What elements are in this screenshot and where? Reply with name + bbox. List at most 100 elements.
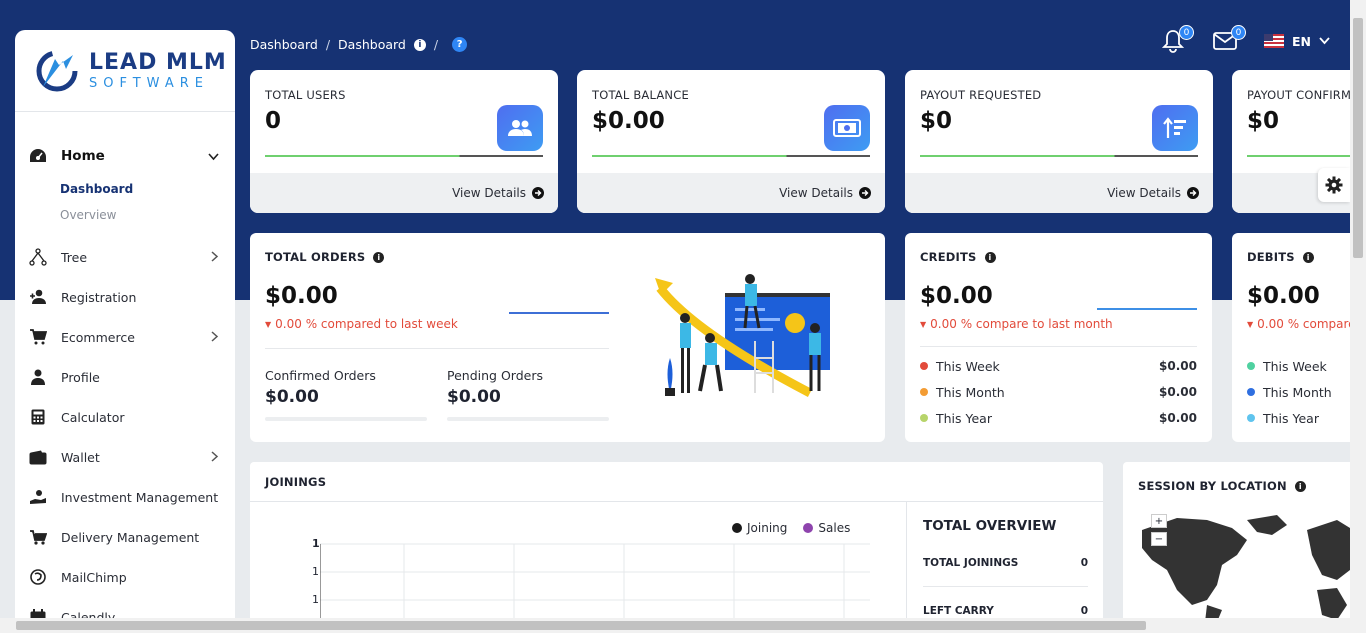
list-item: This Week <box>1247 353 1350 379</box>
chart-legend: Joining Sales <box>732 521 850 535</box>
brand-logo[interactable]: LEAD MLM SOFTWARE <box>15 30 235 112</box>
notifications-button[interactable]: 0 <box>1160 25 1194 54</box>
help-icon[interactable]: ? <box>452 37 468 52</box>
sidebar-item-label: Registration <box>61 289 137 305</box>
sidebar-sub-overview[interactable]: Overview <box>15 202 235 228</box>
credits-card: CREDITS i $0.00 ▼ 0.00 % compare to last… <box>905 233 1212 442</box>
sidebar: LEAD MLM SOFTWARE Home Dashboard Overvie… <box>15 30 235 630</box>
breadcrumb-separator: / <box>433 37 439 52</box>
confirmed-orders-progress <box>265 417 427 421</box>
divider <box>923 586 1088 587</box>
debits-change-text: 0.00 % compare <box>1257 317 1350 331</box>
stat-card-total-users: TOTAL USERS 0 View Details <box>250 70 558 213</box>
sidebar-item-profile[interactable]: Profile <box>15 357 235 397</box>
sidebar-item-label: Profile <box>61 369 100 385</box>
y-tick-label: 1 <box>312 593 319 606</box>
logo-icon <box>36 50 78 91</box>
view-details-link[interactable]: View Details <box>577 173 885 213</box>
y-tick-label: 1 <box>312 537 320 550</box>
total-orders-card: TOTAL ORDERS i $0.00 ▼ 0.00 % compared t… <box>250 233 885 442</box>
joinings-card: JOININGS Joining Sales 1 1 1 TOTAL OVERV… <box>250 462 1103 622</box>
sidebar-item-investment[interactable]: Investment Management <box>15 477 235 517</box>
chart-grid <box>320 543 870 622</box>
legend-swatch <box>803 523 814 533</box>
credits-breakdown: This Week $0.00 This Month $0.00 This Ye… <box>920 353 1197 431</box>
sidebar-item-registration[interactable]: Registration <box>15 277 235 317</box>
card-title: DEBITS <box>1247 250 1295 264</box>
view-details-label: View Details <box>1107 186 1181 200</box>
stat-card-payout-requested: PAYOUT REQUESTED $0 View Details <box>905 70 1213 213</box>
orders-total-value: $0.00 <box>265 283 338 309</box>
status-dot <box>1247 414 1255 422</box>
credits-sparkline <box>1097 308 1197 310</box>
messages-button[interactable]: 0 <box>1212 25 1246 54</box>
legend-label: Sales <box>818 521 851 535</box>
sidebar-item-calculator[interactable]: Calculator <box>15 397 235 437</box>
row-label: This Year <box>936 410 992 426</box>
status-dot <box>920 414 928 422</box>
list-item: This Month <box>1247 379 1350 405</box>
vertical-scrollbar[interactable] <box>1350 0 1366 633</box>
stat-label: TOTAL USERS <box>265 88 346 102</box>
info-icon[interactable]: i <box>984 251 996 263</box>
breadcrumb-item[interactable]: Dashboard <box>250 37 318 52</box>
scrollbar-thumb[interactable] <box>16 621 1146 630</box>
sidebar-item-home[interactable]: Home <box>15 136 235 176</box>
calculator-icon <box>29 408 47 426</box>
scrollbar-thumb[interactable] <box>1353 18 1363 258</box>
stat-progress <box>265 155 543 157</box>
sidebar-item-mailchimp[interactable]: MailChimp <box>15 557 235 597</box>
world-map[interactable] <box>1137 510 1350 622</box>
sidebar-item-wallet[interactable]: Wallet <box>15 437 235 477</box>
pending-orders-value: $0.00 <box>447 387 501 407</box>
legend-item-sales[interactable]: Sales <box>803 521 850 535</box>
language-selector[interactable]: EN <box>1263 33 1330 49</box>
brand-name: LEAD MLM <box>89 49 227 75</box>
row-label: This Year <box>1263 410 1319 426</box>
stat-progress <box>592 155 870 157</box>
map-zoom-out-button[interactable]: − <box>1151 532 1167 546</box>
breadcrumb-item-current: Dashboard <box>338 37 406 52</box>
row-label: This Week <box>936 358 1000 374</box>
money-bill-icon <box>824 105 870 151</box>
language-code: EN <box>1291 33 1311 49</box>
overview-row-value: 0 <box>1080 605 1088 617</box>
card-title: SESSION BY LOCATION <box>1138 479 1287 493</box>
orders-change: ▼ 0.00 % compared to last week <box>265 317 458 331</box>
sidebar-item-label: Calculator <box>61 409 125 425</box>
settings-button[interactable] <box>1318 168 1350 202</box>
horizontal-scrollbar[interactable] <box>0 618 1350 633</box>
info-icon[interactable]: i <box>1302 251 1314 263</box>
stat-card-total-balance: TOTAL BALANCE $0.00 View Details <box>577 70 885 213</box>
credits-change-text: 0.00 % compare to last month <box>930 317 1113 331</box>
legend-item-joining[interactable]: Joining <box>732 521 787 535</box>
view-details-link[interactable]: View Details <box>905 173 1213 213</box>
info-icon[interactable]: i <box>1294 480 1306 492</box>
tree-icon <box>29 248 47 266</box>
overview-row: TOTAL JOININGS 0 <box>923 557 1088 569</box>
row-value: $0.00 <box>1159 385 1197 399</box>
orders-sparkline <box>509 312 609 314</box>
credits-change: ▼ 0.00 % compare to last month <box>920 317 1113 331</box>
debits-card: DEBITS i $0.00 ▼ 0.00 % compare This Wee… <box>1232 233 1350 442</box>
breadcrumb: Dashboard / Dashboard i / ? <box>250 37 468 52</box>
legend-swatch <box>732 523 742 533</box>
sidebar-item-delivery[interactable]: Delivery Management <box>15 517 235 557</box>
dashboard-gauge-icon <box>29 147 47 165</box>
info-icon[interactable]: i <box>373 251 385 263</box>
sidebar-item-ecommerce[interactable]: Ecommerce <box>15 317 235 357</box>
sidebar-item-tree[interactable]: Tree <box>15 237 235 277</box>
card-title: CREDITS <box>920 250 977 264</box>
caret-down-icon: ▼ <box>920 319 927 329</box>
info-icon[interactable]: i <box>413 38 426 51</box>
chevron-down-icon <box>1319 37 1330 45</box>
view-details-link[interactable]: View Details <box>250 173 558 213</box>
list-item: This Year $0.00 <box>920 405 1197 431</box>
sidebar-sub-dashboard[interactable]: Dashboard <box>15 176 235 202</box>
row-value: $0.00 <box>1159 411 1197 425</box>
arrow-right-circle-icon <box>1187 187 1199 199</box>
stat-progress <box>920 155 1198 157</box>
map-zoom-in-button[interactable]: + <box>1151 514 1167 528</box>
status-dot <box>1247 362 1255 370</box>
sidebar-item-label: Delivery Management <box>61 529 200 545</box>
